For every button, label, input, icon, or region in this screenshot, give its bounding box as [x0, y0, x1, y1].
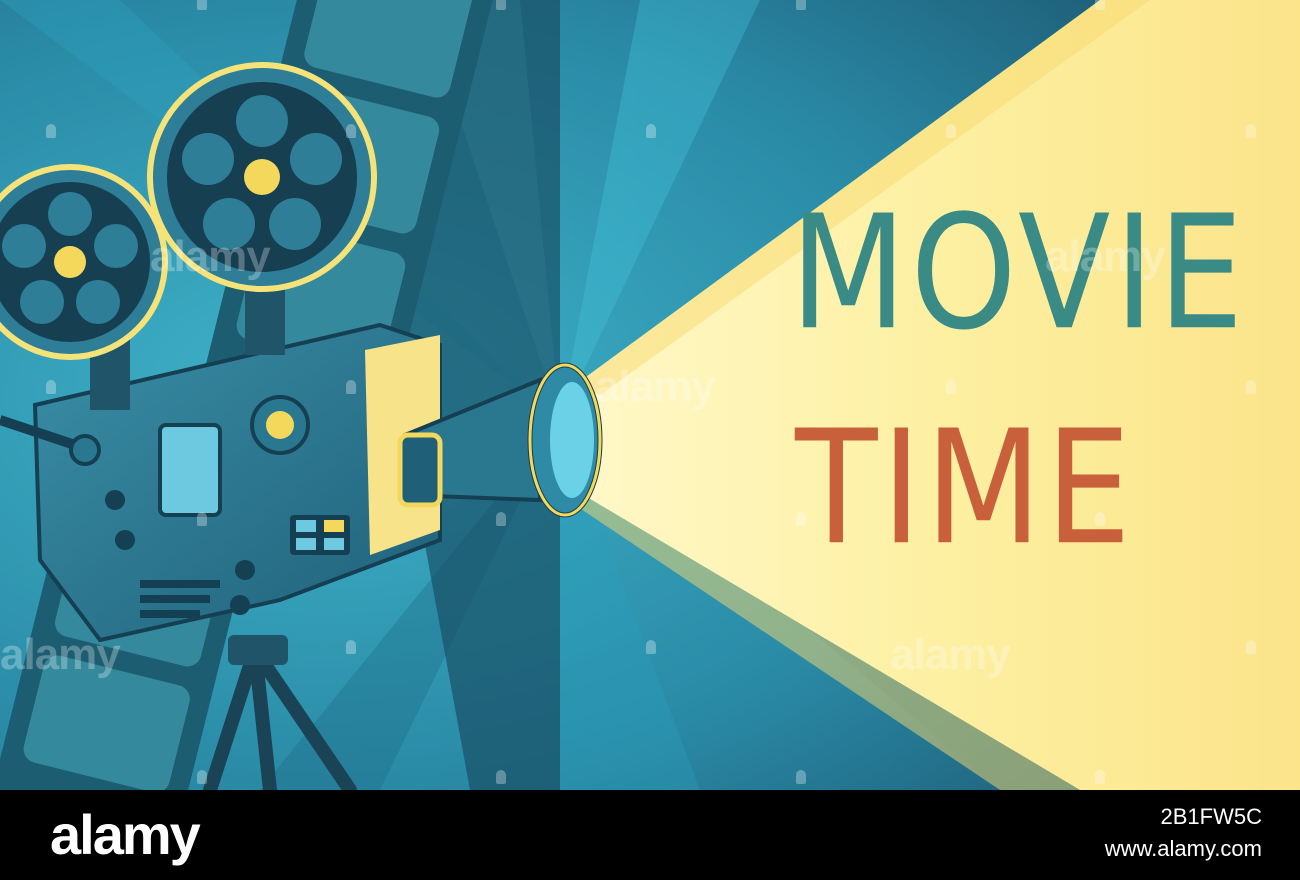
title-time: TIME	[795, 397, 1135, 581]
watermark-dot	[197, 770, 207, 784]
watermark-dot	[197, 0, 207, 10]
tripod-head	[228, 635, 288, 665]
watermark-dot	[796, 512, 806, 526]
watermark-dot	[1246, 640, 1256, 654]
watermark-dot	[46, 380, 56, 394]
watermark-dot	[1246, 124, 1256, 138]
watermark-dot	[1246, 380, 1256, 394]
watermark-dot	[946, 124, 956, 138]
watermark-dot	[796, 0, 806, 10]
image-id: 2B1FW5C	[1160, 804, 1262, 829]
watermark-dot	[346, 640, 356, 654]
watermark-dot	[1095, 512, 1105, 526]
movie-poster: MOVIE TIME alamy alamy alamy alamy alamy	[0, 0, 1300, 790]
watermark-dot	[496, 512, 506, 526]
watermark-dot	[197, 512, 207, 526]
watermark-dot	[796, 770, 806, 784]
watermark-dot	[496, 770, 506, 784]
watermark-dot	[346, 124, 356, 138]
stock-footer-bar: alamy 2B1FW5C www.alamy.com	[0, 790, 1300, 880]
film-reel-right	[147, 62, 377, 292]
poster-illustration	[0, 0, 1300, 790]
film-reel-left	[0, 164, 168, 360]
watermark-dot	[1095, 0, 1105, 10]
site-url[interactable]: www.alamy.com	[1105, 836, 1262, 862]
watermark-dot	[46, 124, 56, 138]
alamy-logo: alamy	[50, 803, 201, 866]
title-movie: MOVIE	[790, 182, 1248, 366]
watermark-dot	[946, 380, 956, 394]
watermark-dot	[646, 640, 656, 654]
watermark-dot	[646, 124, 656, 138]
watermark-dot	[496, 0, 506, 10]
watermark-dot	[1095, 770, 1105, 784]
projector-screen	[158, 423, 222, 517]
watermark-dot	[346, 380, 356, 394]
